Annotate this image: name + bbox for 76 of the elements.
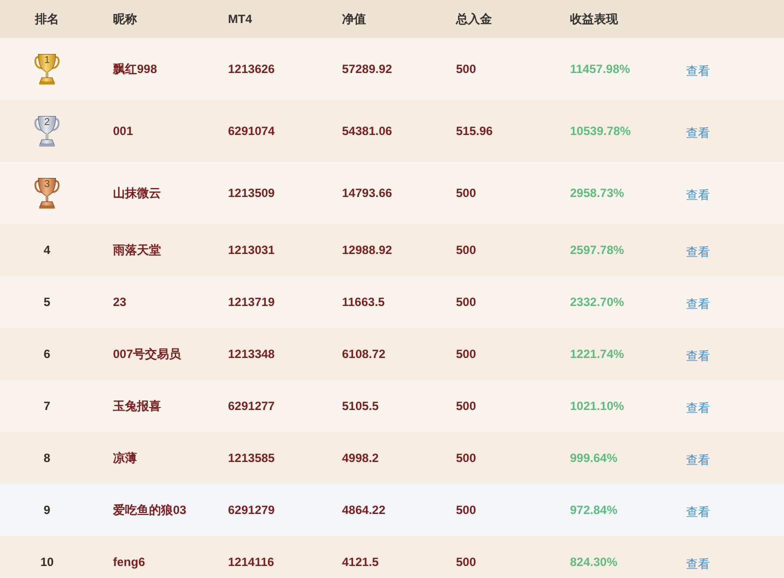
account-number: 1213719 xyxy=(228,295,275,309)
deposit-value: 500 xyxy=(456,399,476,413)
equity-value: 4121.5 xyxy=(342,555,379,569)
return-percentage: 2597.78% xyxy=(570,243,624,257)
account-number: 1213585 xyxy=(228,451,275,465)
rank-number: 1 xyxy=(43,55,51,66)
column-header: 总入金 xyxy=(456,12,492,26)
return-percentage: 1221.74% xyxy=(570,347,624,361)
rank-number: 5 xyxy=(44,295,50,309)
column-header: 昵称 xyxy=(113,12,137,26)
nickname-text: 007号交易员 xyxy=(113,346,182,360)
view-link[interactable]: 查看 xyxy=(686,244,710,260)
equity-value: 12988.92 xyxy=(342,243,392,257)
deposit-value: 500 xyxy=(456,347,476,361)
deposit-value: 500 xyxy=(456,503,476,517)
rank-number: 9 xyxy=(44,503,50,517)
return-percentage: 972.84% xyxy=(570,503,618,517)
deposit-value: 500 xyxy=(456,62,476,76)
deposit-value: 500 xyxy=(456,451,476,465)
nickname-text: 001 xyxy=(113,124,134,138)
view-link[interactable]: 查看 xyxy=(686,400,710,416)
deposit-value: 500 xyxy=(456,243,476,257)
nickname-text: 凉薄 xyxy=(113,450,137,464)
nickname-text: 飘红998 xyxy=(113,62,158,76)
view-link[interactable]: 查看 xyxy=(686,296,710,312)
equity-value: 5105.5 xyxy=(342,399,379,413)
column-header: 排名 xyxy=(35,10,59,28)
return-percentage: 1021.10% xyxy=(570,399,624,413)
rank-number: 10 xyxy=(40,555,54,569)
return-percentage: 824.30% xyxy=(570,555,618,569)
view-link[interactable]: 查看 xyxy=(686,556,710,572)
equity-value: 4998.2 xyxy=(342,451,379,465)
deposit-value: 500 xyxy=(456,555,476,569)
equity-value: 11663.5 xyxy=(342,295,385,309)
rank-number: 8 xyxy=(44,451,50,465)
nickname-text: 23 xyxy=(113,295,126,309)
view-link[interactable]: 查看 xyxy=(686,504,710,520)
account-number: 1214116 xyxy=(228,555,274,569)
nickname-text: 爱吃鱼的狼03 xyxy=(113,502,186,516)
nickname-text: 山抹微云 xyxy=(113,186,161,200)
account-number: 1213626 xyxy=(228,62,275,76)
return-percentage: 10539.78% xyxy=(570,124,631,138)
deposit-value: 515.96 xyxy=(456,124,493,138)
deposit-value: 500 xyxy=(456,295,476,309)
nickname-text: 玉兔报喜 xyxy=(113,398,161,412)
rank-number: 3 xyxy=(43,179,51,190)
equity-value: 14793.66 xyxy=(342,186,392,200)
account-number: 6291277 xyxy=(228,399,275,413)
return-percentage: 2958.73% xyxy=(570,186,624,200)
nickname-text: feng6 xyxy=(113,555,146,569)
rank-number: 4 xyxy=(44,243,50,257)
view-link[interactable]: 查看 xyxy=(686,186,710,204)
rank-number: 2 xyxy=(43,117,51,128)
deposit-value: 500 xyxy=(456,186,476,200)
equity-value: 4864.22 xyxy=(342,503,386,517)
account-number: 6291074 xyxy=(228,124,275,138)
account-number: 6291279 xyxy=(228,503,275,517)
rank-number: 7 xyxy=(44,399,50,413)
view-link[interactable]: 查看 xyxy=(686,452,710,468)
view-link[interactable]: 查看 xyxy=(686,62,710,80)
nickname-text: 雨落天堂 xyxy=(113,242,161,256)
account-number: 1213348 xyxy=(228,347,275,361)
return-percentage: 999.64% xyxy=(570,451,618,465)
view-link[interactable]: 查看 xyxy=(686,124,710,142)
equity-value: 6108.72 xyxy=(342,347,386,361)
account-number: 1213509 xyxy=(228,186,275,200)
column-header: MT4 xyxy=(228,12,252,26)
view-link[interactable]: 查看 xyxy=(686,348,710,364)
return-percentage: 2332.70% xyxy=(570,295,624,309)
return-percentage: 11457.98% xyxy=(570,62,630,76)
rank-number: 6 xyxy=(44,347,50,361)
account-number: 1213031 xyxy=(228,243,275,257)
equity-value: 54381.06 xyxy=(342,124,392,138)
column-header: 收益表现 xyxy=(570,12,618,26)
column-header: 净值 xyxy=(342,12,366,26)
equity-value: 57289.92 xyxy=(342,62,392,76)
